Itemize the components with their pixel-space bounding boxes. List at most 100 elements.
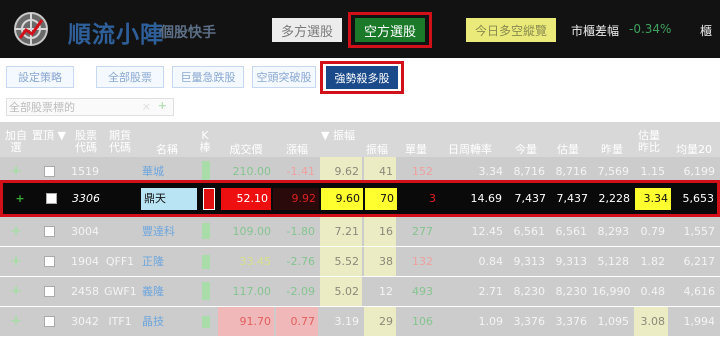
price: 91.70 [218,307,274,336]
change: 0.77 [276,307,318,336]
today-volume: 8,230 [513,285,546,298]
col-stock-code[interactable]: 股票代碼 [72,130,100,154]
kbar [202,316,210,328]
col-pin[interactable]: 置頂 ▼ [32,130,66,142]
est-ratio: 1.82 [640,255,666,268]
avg20: 4,616 [683,285,716,298]
est-volume: 6,561 [555,225,588,238]
stock-name[interactable]: 豐達科 [140,217,196,246]
turnover: 0.84 [478,255,504,268]
avg20: 1,994 [683,315,716,328]
pin-checkbox[interactable] [44,286,55,297]
pin-checkbox[interactable] [44,256,55,267]
kbar [202,223,210,239]
stock-name[interactable]: 正隆 [140,247,196,276]
add-watch-icon[interactable]: + [6,217,26,246]
col-est-ratio[interactable]: 估量昨比 [634,130,664,154]
col-est-volume[interactable]: 估量 [550,144,586,156]
col-today-volume[interactable]: 今量 [508,144,544,156]
col-futures-code[interactable]: 期貨代碼 [106,130,134,154]
yday-volume: 5,128 [597,255,630,268]
long-selection-button[interactable]: 多方選股 [272,18,342,42]
tab-volume-drop[interactable]: 巨量急跌股 [172,66,244,88]
stock-name[interactable]: 義隆 [140,277,196,306]
futures-code: QFF1 [105,255,135,268]
kbar [202,282,210,300]
tab-bear-breakout[interactable]: 空頭突破股 [252,66,316,88]
est-ratio: 0.48 [640,285,666,298]
col-name[interactable]: 名稱 [140,144,194,156]
short-selection-button[interactable]: 空方選股 [355,18,425,42]
est-volume: 8,230 [555,285,588,298]
col-amplitude-sorted[interactable]: ▼ 振幅 [318,130,358,142]
pin-checkbox[interactable] [46,193,57,204]
amplitude: 12 [379,285,393,298]
amplitude: 16 [364,217,396,246]
yday-volume: 16,990 [592,285,631,298]
avg20: 1,557 [683,225,716,238]
market-spread-label: 市櫃差幅 [571,24,620,38]
table-row[interactable]: + 3004 豐達科 109.00 -1.80 7.21 16 277 12.4… [0,217,720,246]
kbar [202,161,210,181]
est-volume: 3,376 [555,315,588,328]
add-watch-icon[interactable]: + [6,277,26,306]
stock-code: 3306 [72,192,100,205]
pin-checkbox[interactable] [44,166,55,177]
add-filter-icon[interactable]: + [158,99,167,112]
change: -2.76 [286,255,315,268]
col-turnover[interactable]: 日周轉率 [440,144,500,156]
col-avg20[interactable]: 均量20 [672,144,716,156]
amplitude: 70 [365,188,397,210]
col-yday-volume[interactable]: 昨量 [594,144,630,156]
stock-name[interactable]: 鼎天 [141,188,197,210]
pin-checkbox[interactable] [44,226,55,237]
tab-all-stocks[interactable]: 全部股票 [96,66,164,88]
app-title: 順流小陣 [68,22,164,48]
add-watch-icon[interactable]: + [6,247,26,276]
avg20: 6,217 [683,255,716,268]
tab-strategy-settings[interactable]: 設定策略 [6,66,74,88]
single-volume: 277 [412,225,433,238]
selected-stock-row[interactable]: + 3306 鼎天 52.10 9.92 9.60 70 3 14.69 7,4… [0,180,720,217]
add-watch-icon[interactable]: + [6,307,26,336]
change: 9.92 [273,188,319,210]
turnover: 14.69 [470,192,503,205]
stock-filter-select[interactable]: 全部股票標的 × + [6,98,174,116]
tab-strong-kill-long[interactable]: 強勢殺多股 [326,66,398,89]
col-change[interactable]: 漲幅 [280,144,314,156]
filter-label: 全部股票標的 [9,101,75,114]
yday-volume: 8,293 [597,225,630,238]
amplitude: 38 [364,247,396,276]
futures-code [105,188,135,210]
daily-outlook-button[interactable]: 今日多空縱覽 [466,18,556,42]
stock-code: 1904 [71,255,99,268]
pin-checkbox[interactable] [44,316,55,327]
clear-filter-icon[interactable]: × [142,100,151,113]
kbar [202,255,210,269]
table-row[interactable]: + 2458 GWF1 義隆 117.00 -2.09 5.02 12 493 … [0,277,720,306]
col-single-volume[interactable]: 單量 [398,144,434,156]
table-row[interactable]: + 1904 QFF1 正隆 33.45 -2.76 5.52 38 132 0… [0,247,720,276]
add-watch-icon[interactable]: + [11,188,29,210]
today-volume: 3,376 [513,315,546,328]
col-price[interactable]: 成交價 [222,144,270,156]
strategy-toolbar: 設定策略 全部股票 巨量急跌股 空頭突破股 強勢殺多股 [0,58,720,98]
change: -1.80 [286,225,315,238]
single-volume: 493 [412,285,433,298]
amplitude: 29 [364,307,396,336]
avg20: 5,653 [682,192,715,205]
table-row[interactable]: + 3042 ITF1 晶技 91.70 0.77 3.19 29 106 1.… [0,307,720,336]
amplitude-sorted: 7.21 [320,217,362,246]
est-ratio: 3.08 [634,307,668,336]
amplitude-sorted: 5.52 [320,247,362,276]
col-amplitude[interactable]: 振幅 [362,144,392,156]
price: 117.00 [232,285,272,298]
col-add-watch[interactable]: 加自選 [4,130,28,154]
stock-name[interactable]: 晶技 [140,307,196,336]
futures-code: GWF1 [104,285,136,298]
col-kbar[interactable]: K棒 [198,130,212,154]
today-volume: 6,561 [513,225,546,238]
futures-code: ITF1 [108,315,132,328]
kbar [203,188,215,210]
amplitude-sorted: 3.19 [334,315,360,328]
